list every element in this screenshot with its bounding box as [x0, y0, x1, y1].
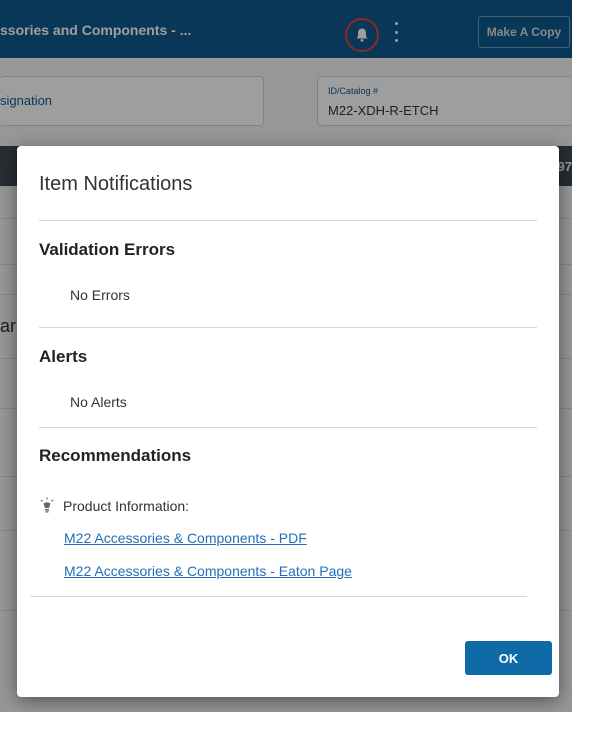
- item-notifications-dialog: Item Notifications Validation Errors No …: [17, 146, 559, 697]
- eaton-page-link[interactable]: M22 Accessories & Components - Eaton Pag…: [64, 563, 352, 579]
- pdf-link[interactable]: M22 Accessories & Components - PDF: [64, 530, 307, 546]
- divider: [39, 220, 537, 221]
- product-information-label: Product Information:: [63, 498, 190, 514]
- dialog-title: Item Notifications: [39, 173, 193, 195]
- divider: [39, 327, 537, 328]
- alerts-heading: Alerts: [39, 347, 88, 366]
- divider: [39, 427, 537, 428]
- validation-errors-heading: Validation Errors: [39, 240, 176, 259]
- app-background: ssories and Components - ... Make A Copy…: [0, 0, 572, 712]
- validation-errors-text: No Errors: [70, 287, 130, 303]
- divider: [30, 596, 527, 597]
- alerts-text: No Alerts: [70, 394, 127, 410]
- ok-button[interactable]: OK: [465, 641, 552, 675]
- recommendations-heading: Recommendations: [39, 446, 192, 465]
- lightbulb-icon: [40, 497, 54, 513]
